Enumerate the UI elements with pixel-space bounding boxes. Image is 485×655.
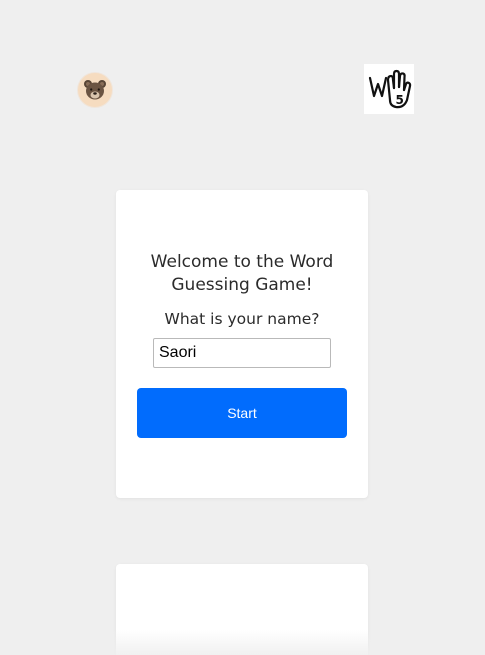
page: 5 Welcome to the Word Guessing Game! Wha…	[0, 0, 485, 655]
svg-text:5: 5	[396, 93, 404, 107]
name-prompt: What is your name?	[164, 310, 320, 328]
hand-w5-logo-icon[interactable]: 5	[364, 64, 414, 114]
welcome-card: Welcome to the Word Guessing Game! What …	[116, 190, 368, 498]
name-input[interactable]	[153, 338, 331, 368]
bottom-fade	[0, 630, 485, 655]
start-button[interactable]: Start	[137, 388, 347, 438]
welcome-title: Welcome to the Word Guessing Game!	[150, 252, 334, 295]
bear-avatar-icon[interactable]	[77, 72, 113, 108]
